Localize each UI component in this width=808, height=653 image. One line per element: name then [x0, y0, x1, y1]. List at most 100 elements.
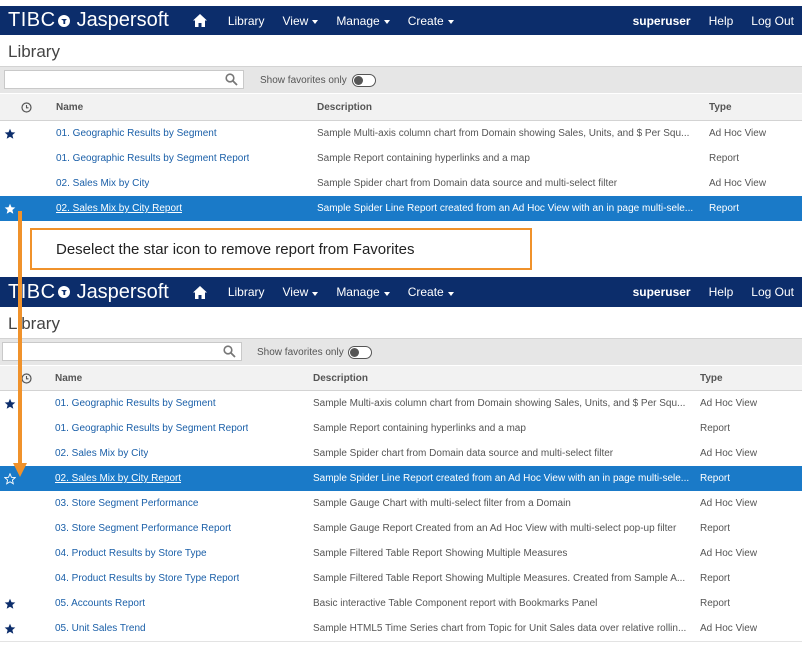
- resource-type: Report: [700, 573, 731, 584]
- column-header-name[interactable]: Name: [56, 102, 83, 113]
- nav-view-menu[interactable]: View: [283, 285, 319, 299]
- resource-type: Ad Hoc View: [700, 548, 758, 559]
- resource-name-link[interactable]: 02. Sales Mix by City Report: [56, 203, 182, 214]
- table-row[interactable]: 03. Store Segment Performance Sample Gaug…: [0, 491, 802, 517]
- nav-create-menu[interactable]: Create: [408, 285, 454, 299]
- nav-manage-label: Manage: [336, 285, 380, 299]
- favorite-star-icon[interactable]: [4, 598, 16, 610]
- column-header-description[interactable]: Description: [313, 373, 368, 384]
- page-title: Library: [8, 42, 60, 61]
- favorite-star-icon[interactable]: [4, 203, 16, 215]
- resource-description: Sample Spider Line Report created from a…: [313, 473, 690, 484]
- search-input[interactable]: [2, 342, 242, 361]
- nav-username[interactable]: superuser: [633, 285, 691, 299]
- caret-down-icon: [383, 291, 390, 296]
- nav-create-label: Create: [407, 285, 444, 299]
- annotation-arrow-line: [18, 211, 22, 465]
- table-header: Name Description Type: [0, 366, 802, 391]
- resource-name-link[interactable]: 02. Sales Mix by City: [55, 448, 148, 459]
- caret-down-icon: [312, 20, 319, 24]
- resource-description: Sample Spider chart from Domain data sou…: [313, 448, 614, 459]
- resource-name-link[interactable]: 02. Sales Mix by City Report: [55, 473, 181, 484]
- table-row[interactable]: 01. Geographic Results by Segment Report…: [0, 146, 802, 172]
- column-header-type[interactable]: Type: [700, 373, 723, 384]
- clock-icon[interactable]: [21, 373, 32, 384]
- table-row[interactable]: 01. Geographic Results by Segment Report…: [0, 416, 802, 442]
- nav-username[interactable]: superuser: [633, 14, 691, 28]
- table-row[interactable]: 02. Sales Mix by City Sample Spider chart…: [0, 171, 802, 197]
- tibco-mark-icon: [57, 286, 70, 298]
- nav-help[interactable]: Help: [709, 14, 734, 28]
- column-header-type[interactable]: Type: [709, 102, 732, 113]
- table-row[interactable]: 05. Unit Sales Trend Sample HTML5 Time Se…: [0, 616, 802, 642]
- caret-down-icon: [447, 20, 454, 24]
- resource-type: Report: [700, 598, 731, 609]
- nav-manage-label: Manage: [336, 13, 380, 28]
- logo-tibco-text: TIBC: [8, 280, 56, 303]
- favorites-toggle[interactable]: [348, 346, 372, 359]
- tibco-jaspersoft-logo[interactable]: TIBC Jaspersoft: [8, 9, 169, 32]
- search-input[interactable]: [4, 70, 244, 89]
- table-row[interactable]: 03. Store Segment Performance Report Samp…: [0, 516, 802, 542]
- table-row[interactable]: 04. Product Results by Store Type Report…: [0, 566, 802, 592]
- resource-name-link[interactable]: 02. Sales Mix by City: [56, 178, 149, 189]
- table-row[interactable]: 02. Sales Mix by City Report Sample Spide…: [0, 466, 802, 491]
- resource-name-link[interactable]: 04. Product Results by Store Type: [55, 548, 207, 559]
- clock-icon[interactable]: [21, 102, 32, 113]
- table-row[interactable]: 02. Sales Mix by City Sample Spider chart…: [0, 441, 802, 467]
- column-header-name[interactable]: Name: [55, 373, 82, 384]
- resource-description: Sample Filtered Table Report Showing Mul…: [313, 573, 686, 584]
- library-title-bar: Library: [0, 307, 802, 339]
- nav-library[interactable]: Library: [228, 14, 265, 28]
- annotation-arrow-head: [13, 463, 27, 477]
- search-toolbar: Show favorites only: [0, 339, 802, 365]
- nav-view-label: View: [282, 285, 309, 299]
- resource-description: Sample Report containing hyperlinks and …: [313, 423, 526, 434]
- favorite-star-icon[interactable]: [4, 128, 16, 140]
- search-toolbar: Show favorites only: [0, 67, 802, 93]
- resource-type: Report: [700, 523, 731, 534]
- resource-name-link[interactable]: 03. Store Segment Performance Report: [55, 523, 231, 534]
- search-icon[interactable]: [223, 345, 236, 358]
- logo-jaspersoft-text: Jaspersoft: [76, 9, 169, 31]
- resource-description: Basic interactive Table Component report…: [313, 598, 598, 609]
- favorites-toggle[interactable]: [352, 74, 376, 87]
- resource-type: Report: [709, 153, 740, 164]
- tibco-jaspersoft-logo[interactable]: TIBC Jaspersoft: [8, 281, 169, 304]
- resource-name-link[interactable]: 01. Geographic Results by Segment Report: [55, 423, 248, 434]
- nav-logout[interactable]: Log Out: [751, 14, 794, 28]
- nav-help[interactable]: Help: [709, 285, 734, 299]
- nav-manage-menu[interactable]: Manage: [336, 13, 390, 28]
- resource-name-link[interactable]: 05. Unit Sales Trend: [55, 623, 146, 634]
- resource-name-link[interactable]: 01. Geographic Results by Segment: [55, 398, 216, 409]
- nav-view-menu[interactable]: View: [283, 14, 319, 28]
- table-row[interactable]: 04. Product Results by Store Type Sample …: [0, 541, 802, 567]
- nav-manage-menu[interactable]: Manage: [336, 285, 390, 299]
- table-row[interactable]: 01. Geographic Results by Segment Sample …: [0, 121, 802, 147]
- resource-name-link[interactable]: 05. Accounts Report: [55, 598, 145, 609]
- bottom-navbar: TIBC Jaspersoft Library View Manage Crea…: [0, 277, 802, 307]
- resource-description: Sample HTML5 Time Series chart from Topi…: [313, 623, 687, 634]
- column-header-description[interactable]: Description: [317, 102, 372, 113]
- resource-description: Sample Spider Line Report created from a…: [317, 203, 694, 214]
- logo-jaspersoft-text: Jaspersoft: [76, 280, 169, 303]
- nav-library[interactable]: Library: [228, 285, 265, 299]
- nav-logout[interactable]: Log Out: [751, 285, 794, 299]
- favorite-star-icon[interactable]: [4, 398, 16, 410]
- table-row[interactable]: 05. Accounts Report Basic interactive Tab…: [0, 591, 802, 617]
- resource-name-link[interactable]: 01. Geographic Results by Segment: [56, 128, 217, 139]
- search-icon[interactable]: [225, 73, 238, 86]
- resource-name-link[interactable]: 04. Product Results by Store Type Report: [55, 573, 239, 584]
- resource-description: Sample Report containing hyperlinks and …: [317, 153, 530, 164]
- table-row[interactable]: 01. Geographic Results by Segment Sample …: [0, 391, 802, 417]
- home-icon[interactable]: [189, 283, 211, 301]
- logo-tibco-text: TIBC: [8, 9, 56, 31]
- table-row[interactable]: 02. Sales Mix by City Report Sample Spide…: [0, 196, 802, 221]
- resource-name-link[interactable]: 01. Geographic Results by Segment Report: [56, 153, 249, 164]
- resource-name-link[interactable]: 03. Store Segment Performance: [55, 498, 198, 509]
- home-icon[interactable]: [189, 12, 211, 30]
- nav-create-menu[interactable]: Create: [408, 14, 454, 28]
- nav-view-label: View: [282, 13, 309, 28]
- favorite-star-icon[interactable]: [4, 623, 16, 635]
- resource-type: Ad Hoc View: [709, 178, 767, 189]
